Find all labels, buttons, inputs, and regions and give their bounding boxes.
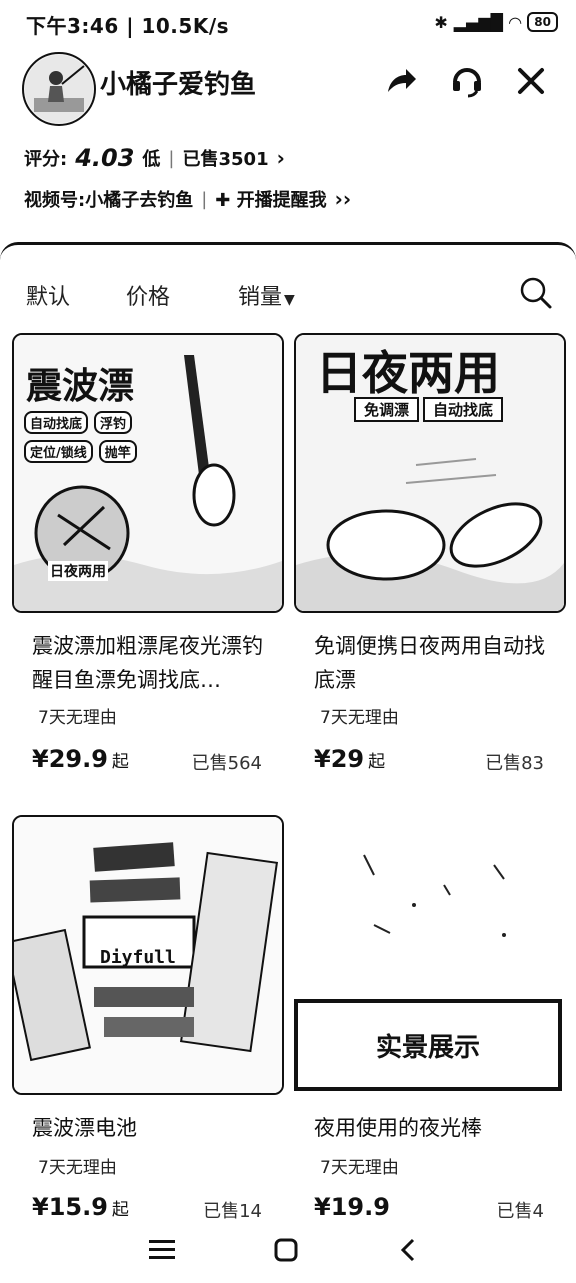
sort-bar: 默认 价格 销量 ▼ [0,275,576,315]
chevron-right-icon: › [276,146,285,170]
product-sold-3: 已售14 [203,1201,262,1222]
rating-value: 4.03 [75,144,135,172]
product-title-2[interactable]: 免调便携日夜两用自动找底漂 [314,629,564,697]
home-icon[interactable] [266,1230,306,1270]
product-image-4[interactable]: 实景展示 [294,815,562,1091]
product-title-3[interactable]: 震波漂电池 [32,1111,282,1145]
product-title-1[interactable]: 震波漂加粗漂尾夜光漂钓醒目鱼漂免调找底… [32,629,282,697]
divider: | [201,188,208,210]
wifi-icon: ◠ [508,12,522,32]
rating-level: 低 [142,149,161,170]
tab-price[interactable]: 价格 [126,279,170,311]
product-tag-4: 7天无理由 [320,1158,399,1178]
price-value: ¥29 [314,745,365,773]
live-reminder-label: 开播提醒我 [236,190,327,211]
battery-icon: 80 [527,12,558,32]
product-image-1[interactable]: 震波漂 自动找底 浮钓 定位/锁线 抛竿 日夜两用 [12,333,284,613]
shop-header: 小橘子爱钓鱼 [0,46,576,126]
product-tag-2: 7天无理由 [320,708,399,728]
image-chips: 自动找底 浮钓 定位/锁线 抛竿 [24,411,174,463]
live-reminder-button[interactable]: ✚ 开播提醒我 [215,186,326,212]
image-chips: 免调漂 自动找底 [354,397,504,422]
product-sold-4: 已售4 [496,1201,544,1222]
image-chip: 免调漂 [354,397,420,422]
price-suffix: 起 [368,752,386,772]
product-tag-3: 7天无理由 [38,1158,117,1178]
image-headline: 震波漂 [26,366,135,407]
product-title-4[interactable]: 夜用使用的夜光棒 [314,1111,564,1145]
product-sold-2: 已售83 [485,753,544,774]
plus-icon: ✚ [215,190,231,211]
share-icon[interactable] [380,60,422,102]
divider: | [168,147,175,169]
video-channel[interactable]: 视频号:小橘子去钓鱼 [24,186,193,212]
image-chip: 抛竿 [98,440,137,463]
price-value: ¥19.9 [314,1193,390,1221]
signal-icon: ▂▄▆█ [453,12,503,32]
image-chip: 自动找底 [423,397,504,422]
image-banner: 实景展示 [375,1033,480,1063]
product-panel: 默认 价格 销量 ▼ 震波漂 自动找底 浮钓 定位/锁线 抛竿 日夜两用 震波漂加… [0,242,576,1283]
search-icon[interactable] [518,275,554,311]
image-corner-label: 日夜两用 [48,561,108,581]
product-price-4: ¥19.9 [314,1193,394,1221]
tab-default[interactable]: 默认 [26,279,70,311]
menu-icon[interactable] [142,1230,182,1270]
shop-avatar[interactable] [22,52,96,126]
image-brand: Diyfull [100,947,176,968]
status-icons: ✱ ▂▄▆█ ◠ 80 [434,12,558,32]
sold-count: 已售3501 [182,149,269,170]
tab-sales[interactable]: 销量 ▼ [238,279,295,311]
product-price-3: ¥15.9 起 [32,1193,129,1221]
avatar-image-icon [25,55,93,123]
caret-down-icon: ▼ [284,292,295,308]
bluetooth-icon: ✱ [434,12,448,32]
system-nav-bar [0,1222,576,1280]
status-time: 下午3:46 | 10.5K/s [26,14,230,38]
image-headline: 日夜两用 [316,346,500,400]
shop-rating-row[interactable]: 评分: 4.03 低 | 已售3501 › [24,144,285,172]
product-image-2[interactable]: 日夜两用 免调漂 自动找底 [294,333,566,613]
product-price-1: ¥29.9 起 [32,745,129,773]
status-bar: 下午3:46 | 10.5K/s ✱ ▂▄▆█ ◠ 80 [0,0,576,46]
chevron-right-icon[interactable]: ›› [335,187,351,211]
image-chip: 自动找底 [24,411,89,434]
product-price-2: ¥29 起 [314,745,385,773]
price-value: ¥15.9 [32,1193,108,1221]
close-icon[interactable] [510,60,552,102]
price-value: ¥29.9 [32,745,108,773]
product-sold-1: 已售564 [191,753,262,774]
product-tag-1: 7天无理由 [38,708,117,728]
rating-label: 评分: [24,149,68,170]
image-chip: 定位/锁线 [24,440,93,463]
shop-video-row: 视频号:小橘子去钓鱼 | ✚ 开播提醒我 ›› [24,186,351,212]
customer-service-icon[interactable] [446,60,488,102]
tab-sales-label: 销量 [238,285,283,310]
product-image-3[interactable]: Diyfull [12,815,284,1095]
image-chip: 浮钓 [94,411,133,434]
shop-name: 小橘子爱钓鱼 [100,70,257,100]
back-icon[interactable] [388,1230,428,1270]
